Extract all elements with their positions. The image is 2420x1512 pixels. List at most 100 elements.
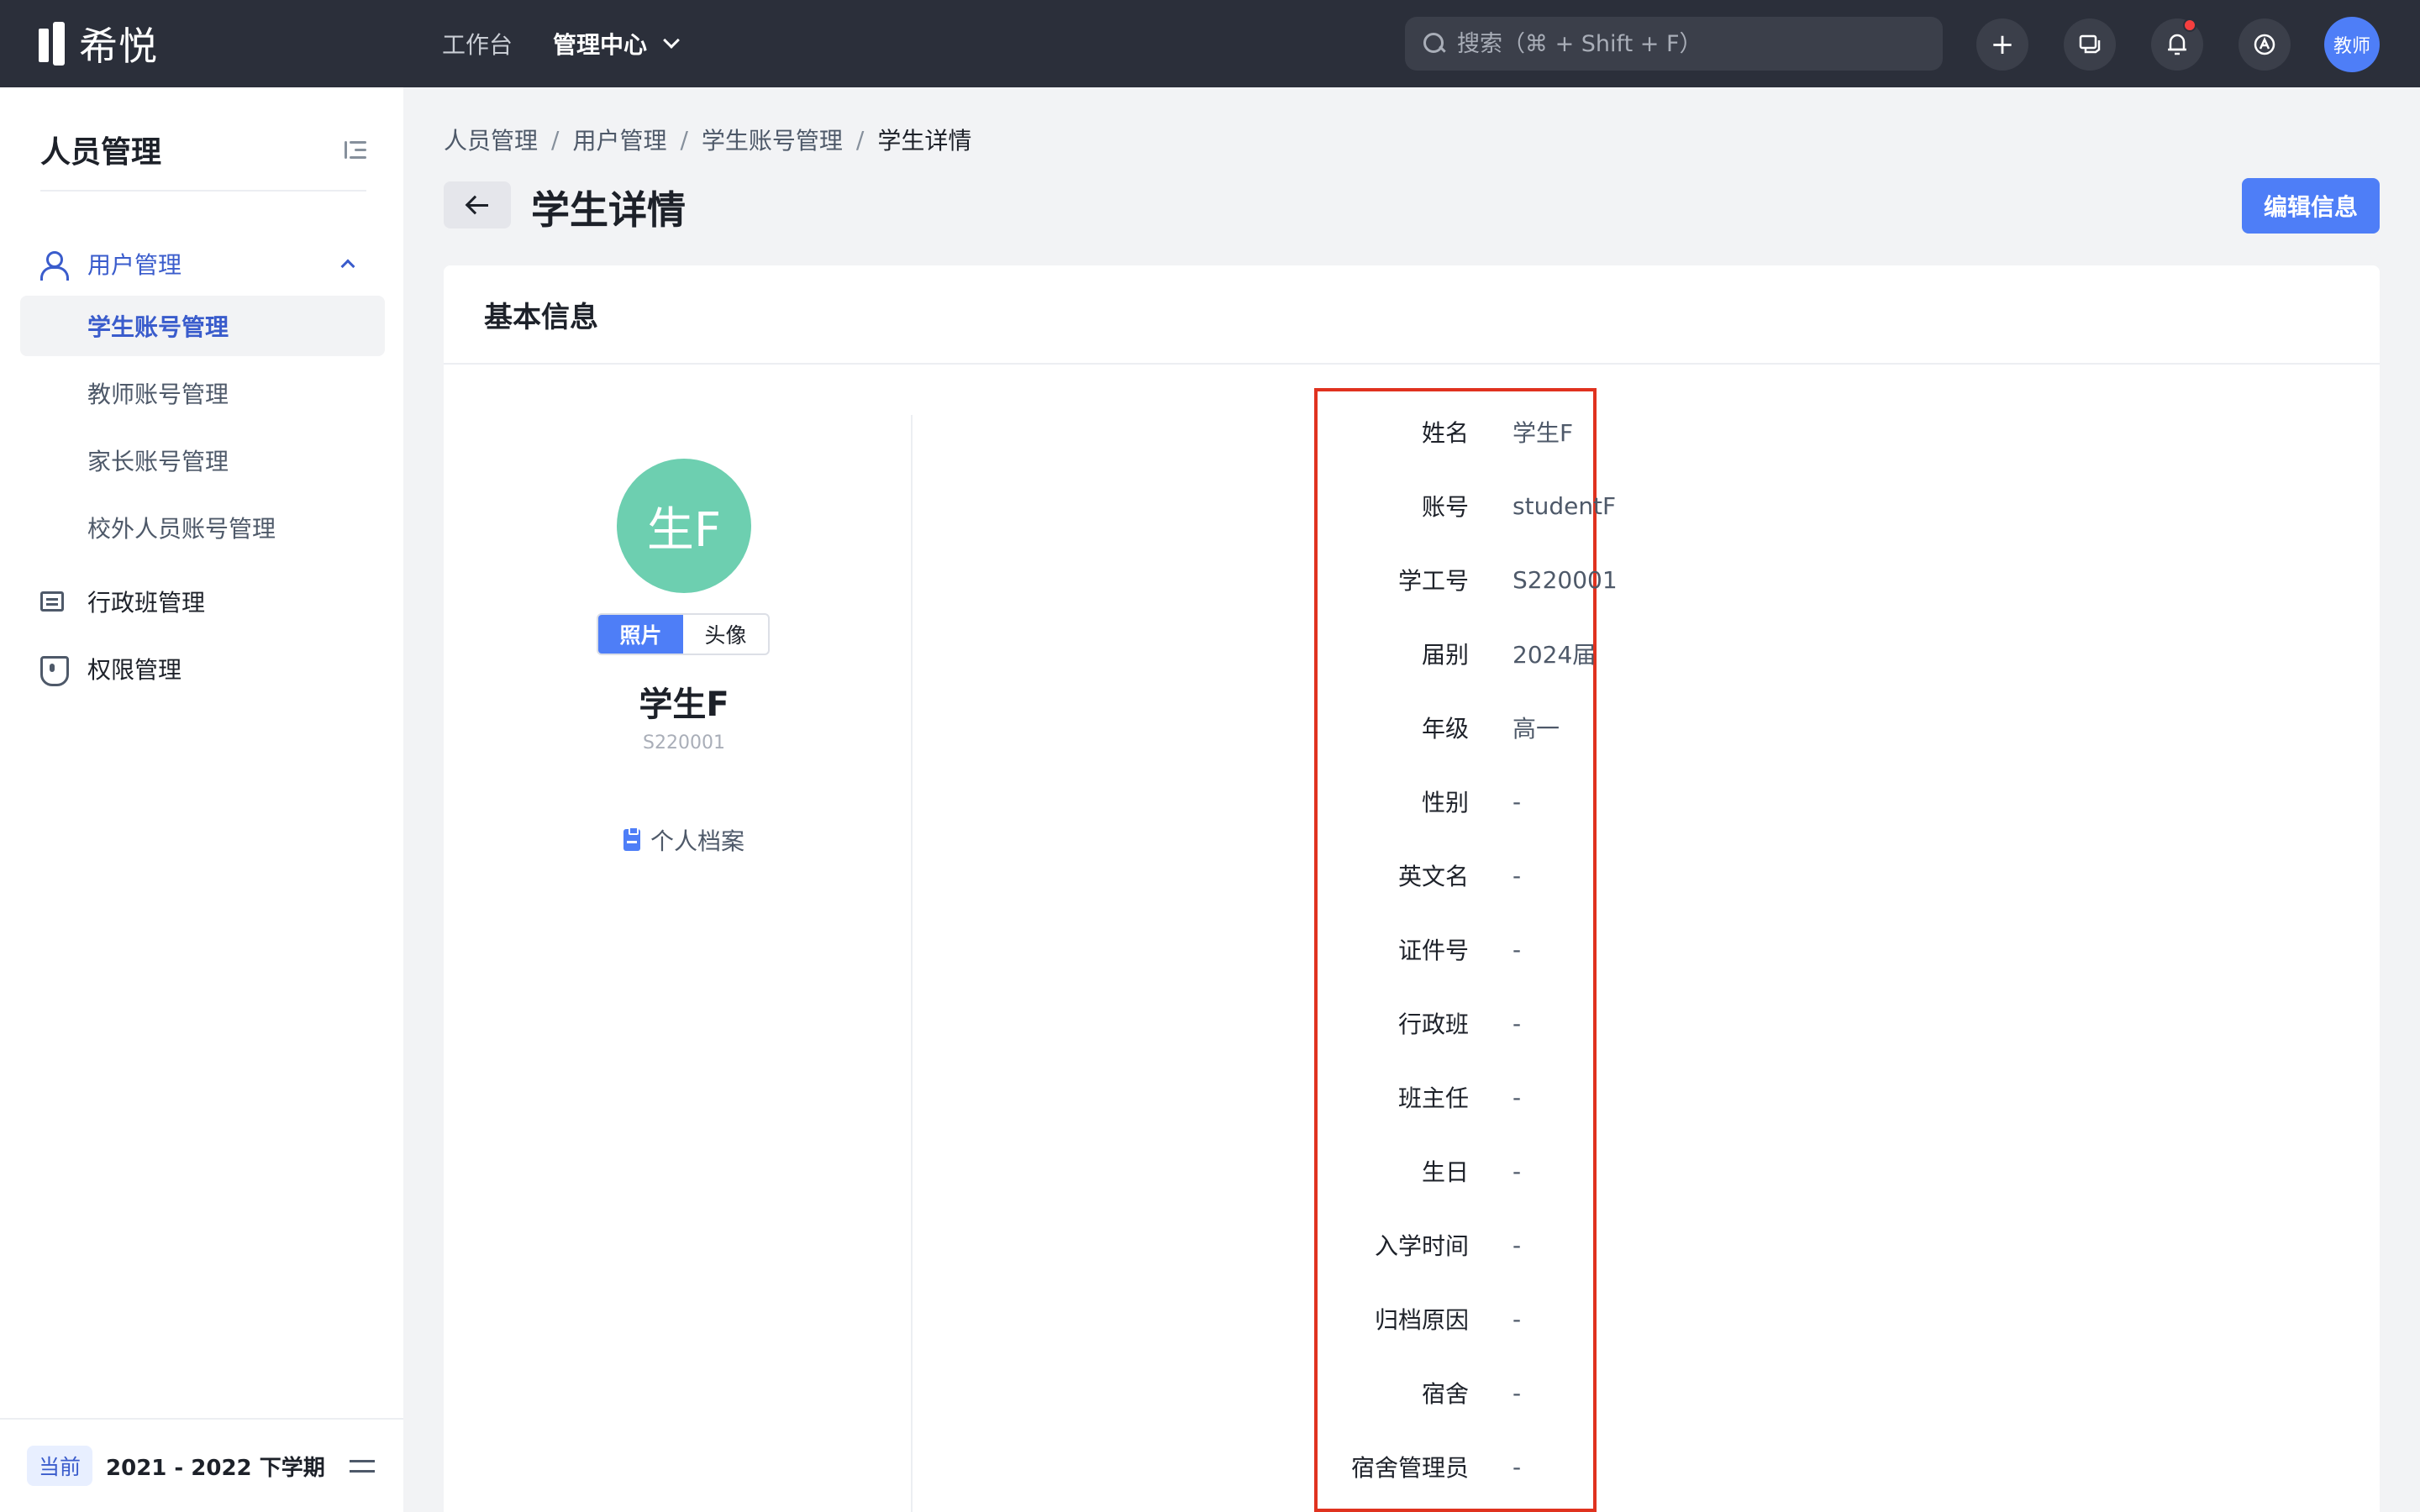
field-value: -	[1512, 935, 1522, 963]
logo-icon	[39, 22, 69, 66]
sidebar-item-label: 学生账号管理	[87, 313, 229, 341]
search-icon	[1423, 33, 1445, 55]
personal-archive-label: 个人档案	[650, 827, 744, 855]
sidebar-item-admin-class[interactable]: 行政班管理	[40, 576, 366, 627]
field-label: 班主任	[1397, 1084, 1469, 1112]
photo-tab[interactable]: 照片	[598, 615, 683, 654]
field-value: 高一	[1512, 715, 1560, 743]
personal-archive-link[interactable]: 个人档案	[444, 823, 924, 857]
term-badge: 当前	[27, 1446, 93, 1486]
field-row: 性别 -	[1314, 776, 1734, 827]
field-value: -	[1512, 787, 1522, 816]
breadcrumb-item[interactable]: 用户管理	[572, 123, 666, 156]
photo-avatar-toggle: 照片 头像	[597, 613, 770, 655]
field-label: 姓名	[1421, 419, 1469, 447]
avatar-tab[interactable]: 头像	[683, 615, 768, 654]
field-label: 宿舍管理员	[1350, 1454, 1469, 1482]
plus-icon: +	[1990, 28, 2015, 61]
sidebar-item-parent-accounts[interactable]: 家长账号管理	[20, 430, 385, 491]
sidebar-item-external-accounts[interactable]: 校外人员账号管理	[20, 497, 385, 558]
class-icon	[40, 591, 64, 612]
field-row: 证件号 -	[1314, 924, 1734, 974]
field-label: 宿舍	[1421, 1380, 1469, 1408]
breadcrumb-item[interactable]: 学生账号管理	[702, 123, 843, 156]
nav-workbench-label: 工作台	[442, 31, 513, 59]
sidebar-item-label: 行政班管理	[87, 589, 206, 617]
breadcrumb-separator: /	[551, 125, 560, 154]
sidebar-group-user-management[interactable]: 用户管理	[40, 239, 366, 289]
user-avatar[interactable]: 教师	[2324, 17, 2380, 72]
sidebar-title: 人员管理	[40, 135, 162, 170]
bell-icon	[2168, 34, 2186, 55]
field-row: 年级 高一	[1314, 702, 1734, 753]
sidebar: 人员管理 用户管理 学生账号管理 教师账号管理 家长账号管理 校外人员账号管理 …	[0, 87, 403, 1512]
student-avatar: 生F	[617, 459, 751, 593]
field-label: 学工号	[1397, 567, 1469, 595]
card-title: 基本信息	[484, 300, 598, 334]
field-value: -	[1512, 1083, 1522, 1111]
swap-icon[interactable]	[350, 1457, 375, 1477]
field-value: S220001	[1512, 565, 1618, 594]
app-switch-button[interactable]	[2238, 18, 2291, 71]
student-id: S220001	[643, 732, 725, 753]
field-value: 学生F	[1512, 419, 1574, 447]
field-label: 行政班	[1397, 1011, 1469, 1038]
field-label: 证件号	[1397, 937, 1469, 964]
edit-info-button[interactable]: 编辑信息	[2242, 178, 2380, 234]
collapse-sidebar-icon[interactable]	[345, 141, 366, 160]
messages-button[interactable]	[2064, 18, 2116, 71]
clipboard-icon	[623, 827, 640, 851]
field-label: 生日	[1421, 1158, 1469, 1186]
search-box[interactable]	[1405, 17, 1943, 71]
top-bar: 希悦 工作台 管理中心 + 教师	[0, 0, 2420, 87]
shield-icon	[40, 656, 69, 686]
chat-icon	[2079, 34, 2101, 54]
field-value: 2024届	[1512, 641, 1597, 669]
field-value: -	[1512, 1231, 1522, 1259]
field-value: -	[1512, 861, 1522, 890]
divider	[911, 415, 913, 1512]
field-row: 行政班 -	[1314, 998, 1734, 1048]
sidebar-item-label: 权限管理	[87, 656, 182, 684]
chevron-down-icon	[663, 32, 680, 49]
breadcrumb: 人员管理 / 用户管理 / 学生账号管理 / 学生详情	[444, 123, 971, 156]
field-row: 宿舍管理员 -	[1314, 1441, 1734, 1492]
nav-admin-center-label: 管理中心	[553, 31, 648, 59]
breadcrumb-separator: /	[855, 125, 865, 154]
field-row: 宿舍 -	[1314, 1368, 1734, 1418]
field-value: -	[1512, 1305, 1522, 1333]
field-row: 入学时间 -	[1314, 1220, 1734, 1270]
term-selector[interactable]: 当前 2021 - 2022 下学期	[0, 1418, 403, 1512]
nav-workbench[interactable]: 工作台	[442, 27, 513, 60]
add-button[interactable]: +	[1976, 18, 2028, 71]
field-row: 届别 2024届	[1314, 628, 1734, 679]
field-label: 入学时间	[1374, 1232, 1469, 1260]
sidebar-item-label: 教师账号管理	[87, 381, 229, 408]
search-input[interactable]	[1457, 30, 1928, 57]
field-label: 归档原因	[1374, 1306, 1469, 1334]
nav-admin-center[interactable]: 管理中心	[553, 27, 680, 60]
brand-logo[interactable]: 希悦	[39, 20, 158, 69]
user-icon	[40, 251, 69, 281]
notifications-button[interactable]	[2151, 18, 2203, 71]
field-row: 英文名 -	[1314, 850, 1734, 900]
back-button[interactable]	[444, 181, 511, 228]
breadcrumb-current: 学生详情	[877, 127, 972, 155]
sidebar-item-label: 校外人员账号管理	[87, 515, 276, 543]
sidebar-item-student-accounts[interactable]: 学生账号管理	[20, 296, 385, 356]
basic-info-card: 基本信息 生F 照片 头像 学生F S220001 个人档案 姓名 学生F 账号 s…	[444, 265, 2380, 1512]
sidebar-group-label: 用户管理	[87, 251, 182, 279]
breadcrumb-separator: /	[680, 125, 688, 154]
sidebar-item-teacher-accounts[interactable]: 教师账号管理	[20, 363, 385, 423]
arrow-left-icon	[466, 196, 488, 214]
sidebar-header: 人员管理	[40, 121, 366, 192]
breadcrumb-item[interactable]: 人员管理	[444, 123, 538, 156]
brand-name: 希悦	[79, 24, 158, 69]
sidebar-item-permissions[interactable]: 权限管理	[40, 643, 366, 694]
field-value: -	[1512, 1452, 1522, 1481]
field-row: 生日 -	[1314, 1146, 1734, 1196]
field-value: -	[1512, 1378, 1522, 1407]
field-row: 姓名 学生F	[1314, 407, 1734, 457]
chevron-up-icon	[340, 259, 355, 274]
app-icon	[2254, 34, 2275, 55]
